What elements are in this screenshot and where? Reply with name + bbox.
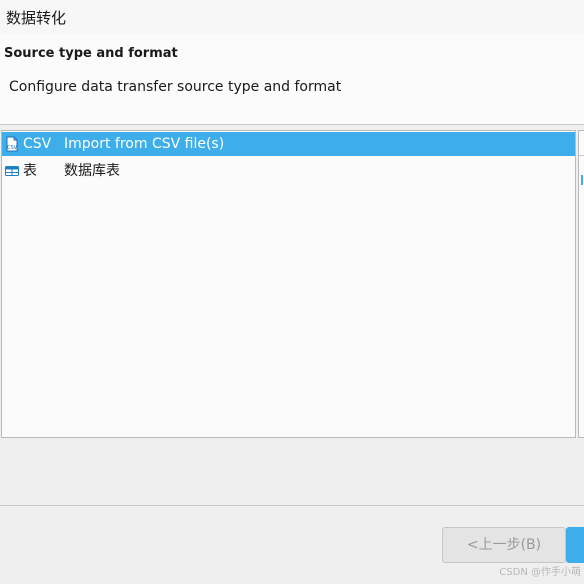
window-title: 数据转化 — [6, 9, 67, 27]
footer-divider — [0, 505, 584, 506]
csv-file-icon: CSV — [4, 136, 20, 152]
header-divider — [0, 124, 584, 125]
list-item-table[interactable]: 表 数据库表 — [2, 159, 575, 183]
list-item-name: CSV — [23, 136, 52, 152]
section-description: Configure data transfer source type and … — [9, 79, 342, 95]
format-settings-panel — [578, 130, 584, 438]
section-title: Source type and format — [4, 46, 178, 61]
watermark: CSDN @作手小萌 — [499, 567, 581, 578]
back-button[interactable]: <上一步(B) — [442, 527, 566, 563]
source-type-list[interactable]: CSV CSV Import from CSV file(s) 表 数据库表 — [1, 130, 576, 438]
window-title-bar: 数据转化 — [0, 0, 584, 34]
list-item-name: 表 — [23, 163, 37, 179]
list-item-csv[interactable]: CSV CSV Import from CSV file(s) — [2, 132, 575, 156]
panel-marker — [581, 175, 583, 185]
list-item-description: 数据库表 — [64, 163, 120, 179]
header-panel: Source type and format Configure data tr… — [0, 34, 584, 124]
next-button[interactable] — [566, 527, 584, 563]
panel-divider — [579, 155, 584, 156]
list-item-description: Import from CSV file(s) — [64, 136, 225, 152]
table-icon — [4, 163, 20, 179]
svg-text:CSV: CSV — [7, 145, 18, 151]
